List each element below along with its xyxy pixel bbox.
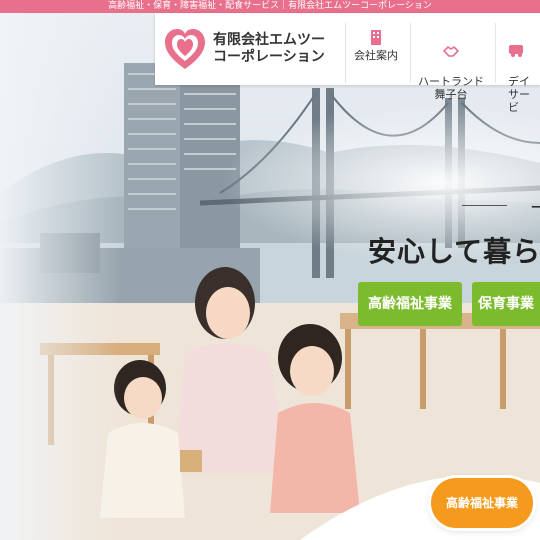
- nav-day-service-label: デイ サービ: [508, 75, 530, 114]
- childcare-button[interactable]: 保育事業: [472, 282, 540, 326]
- nav-company-info-label: 会社案内: [354, 49, 398, 62]
- hero-catchcopy: 安心して暮ら: [368, 235, 540, 268]
- building-icon: [371, 30, 381, 45]
- hero-dash-char: ー: [530, 198, 540, 219]
- nav-day-service[interactable]: デイ サービ: [495, 23, 540, 114]
- logo-line1: 有限会社エムツー: [213, 32, 325, 48]
- top-banner: 高齢福祉・保育・障害福祉・配食サービス｜有限会社エムツーコーポレーション: [0, 0, 540, 13]
- heart-logo-icon: [165, 25, 205, 73]
- handshake-icon: [442, 45, 460, 57]
- nav-heartland-label: ハートランド 舞子台: [418, 75, 484, 101]
- nav-heartland-maikodai[interactable]: ハートランド 舞子台: [410, 23, 491, 101]
- nav-company-info[interactable]: 会社案内: [345, 23, 406, 83]
- decorative-line: [462, 205, 507, 206]
- van-icon: [509, 45, 523, 57]
- site-header: 有限会社エムツー コーポレーション 会社案内 ハートランド 舞子台 デイ サービ: [155, 13, 540, 114]
- company-logo[interactable]: 有限会社エムツー コーポレーション: [165, 23, 350, 75]
- elderly-welfare-button[interactable]: 高齢福祉事業: [358, 282, 462, 326]
- floating-elderly-welfare-button[interactable]: 高齢福祉事業: [431, 478, 533, 528]
- left-fade: [0, 13, 120, 540]
- logo-line2: コーポレーション: [213, 49, 325, 65]
